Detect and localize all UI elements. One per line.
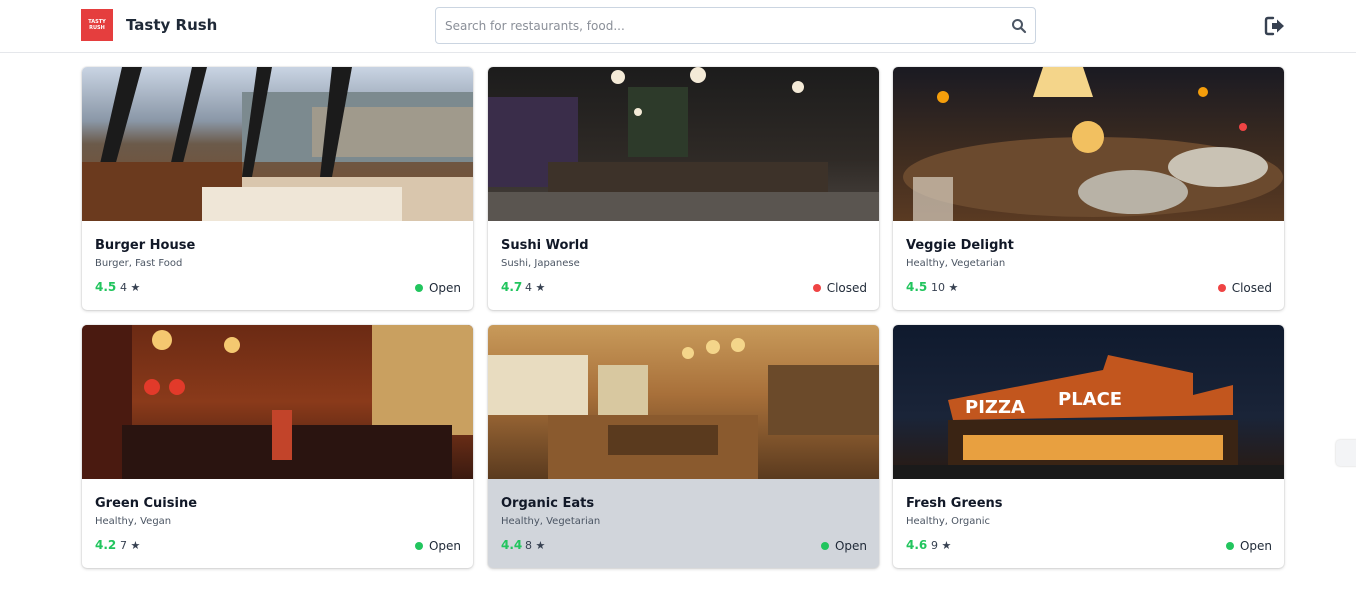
restaurant-photo <box>488 67 879 221</box>
review-count: 10 ★ <box>931 281 959 294</box>
restaurant-photo <box>82 67 473 221</box>
review-count: 4 ★ <box>120 281 141 294</box>
restaurant-cuisine: Healthy, Organic <box>906 516 991 527</box>
status-dot-icon <box>414 542 423 550</box>
status-badge: Open <box>1225 539 1272 553</box>
restaurant-cuisine: Healthy, Vegetarian <box>906 258 1006 269</box>
restaurant-card[interactable]: Burger House Burger, Fast Food 4.5 4 ★ O… <box>82 67 473 310</box>
search-bar[interactable] <box>435 7 1036 44</box>
review-count: 7 ★ <box>120 539 141 552</box>
restaurant-cuisine: Sushi, Japanese <box>501 258 580 269</box>
restaurant-name: Veggie Delight <box>906 238 1014 253</box>
status-label: Closed <box>1231 281 1272 295</box>
status-badge: Open <box>414 281 461 295</box>
restaurant-rating: 4.5 <box>906 280 928 294</box>
restaurant-name: Organic Eats <box>501 496 595 511</box>
status-badge: Open <box>414 539 461 553</box>
side-widget-tab[interactable] <box>1336 440 1356 466</box>
restaurant-rating: 4.7 <box>501 280 523 294</box>
restaurant-name: Fresh Greens <box>906 496 1003 511</box>
status-label: Closed <box>826 281 867 295</box>
restaurant-card[interactable]: Veggie Delight Healthy, Vegetarian 4.5 1… <box>893 67 1284 310</box>
svg-text:PIZZA: PIZZA <box>965 397 1025 418</box>
restaurant-cuisine: Burger, Fast Food <box>95 258 183 269</box>
review-count: 9 ★ <box>931 539 952 552</box>
restaurant-photo <box>893 67 1284 221</box>
review-count: 4 ★ <box>525 281 546 294</box>
restaurant-rating: 4.4 <box>501 538 523 552</box>
restaurant-cuisine: Healthy, Vegan <box>95 516 172 527</box>
status-badge: Closed <box>812 281 867 295</box>
status-dot-icon <box>414 284 423 292</box>
app-title[interactable]: Tasty Rush <box>126 16 217 34</box>
top-bar: TASTY RUSH Tasty Rush <box>0 0 1356 53</box>
status-label: Open <box>428 539 461 553</box>
logout-icon[interactable] <box>1264 15 1286 37</box>
status-label: Open <box>834 539 867 553</box>
status-dot-icon <box>1225 542 1234 550</box>
restaurant-name: Green Cuisine <box>95 496 198 511</box>
restaurant-rating: 4.2 <box>95 538 117 552</box>
restaurant-card[interactable]: Organic Eats Healthy, Vegetarian 4.4 8 ★… <box>488 325 879 568</box>
restaurant-rating: 4.5 <box>95 280 117 294</box>
restaurant-card[interactable]: Green Cuisine Healthy, Vegan 4.2 7 ★ Ope… <box>82 325 473 568</box>
status-dot-icon <box>1217 284 1226 292</box>
restaurant-name: Burger House <box>95 238 196 253</box>
restaurant-photo <box>82 325 473 479</box>
restaurant-rating: 4.6 <box>906 538 928 552</box>
status-dot-icon <box>812 284 821 292</box>
status-dot-icon <box>820 542 829 550</box>
restaurant-card[interactable]: PIZZA PLACE Fresh Greens Healthy, Organi… <box>893 325 1284 568</box>
svg-text:PLACE: PLACE <box>1058 389 1122 410</box>
review-count: 8 ★ <box>525 539 546 552</box>
status-label: Open <box>428 281 461 295</box>
brand-logo[interactable]: TASTY RUSH <box>81 9 113 41</box>
search-icon[interactable] <box>1011 18 1027 34</box>
search-input[interactable] <box>445 17 1005 35</box>
restaurant-photo <box>488 325 879 479</box>
restaurant-card[interactable]: Sushi World Sushi, Japanese 4.7 4 ★ Clos… <box>488 67 879 310</box>
restaurant-photo: PIZZA PLACE <box>893 325 1284 479</box>
restaurant-cuisine: Healthy, Vegetarian <box>501 516 601 527</box>
status-label: Open <box>1239 539 1272 553</box>
status-badge: Open <box>820 539 867 553</box>
restaurant-name: Sushi World <box>501 238 589 253</box>
status-badge: Closed <box>1217 281 1272 295</box>
